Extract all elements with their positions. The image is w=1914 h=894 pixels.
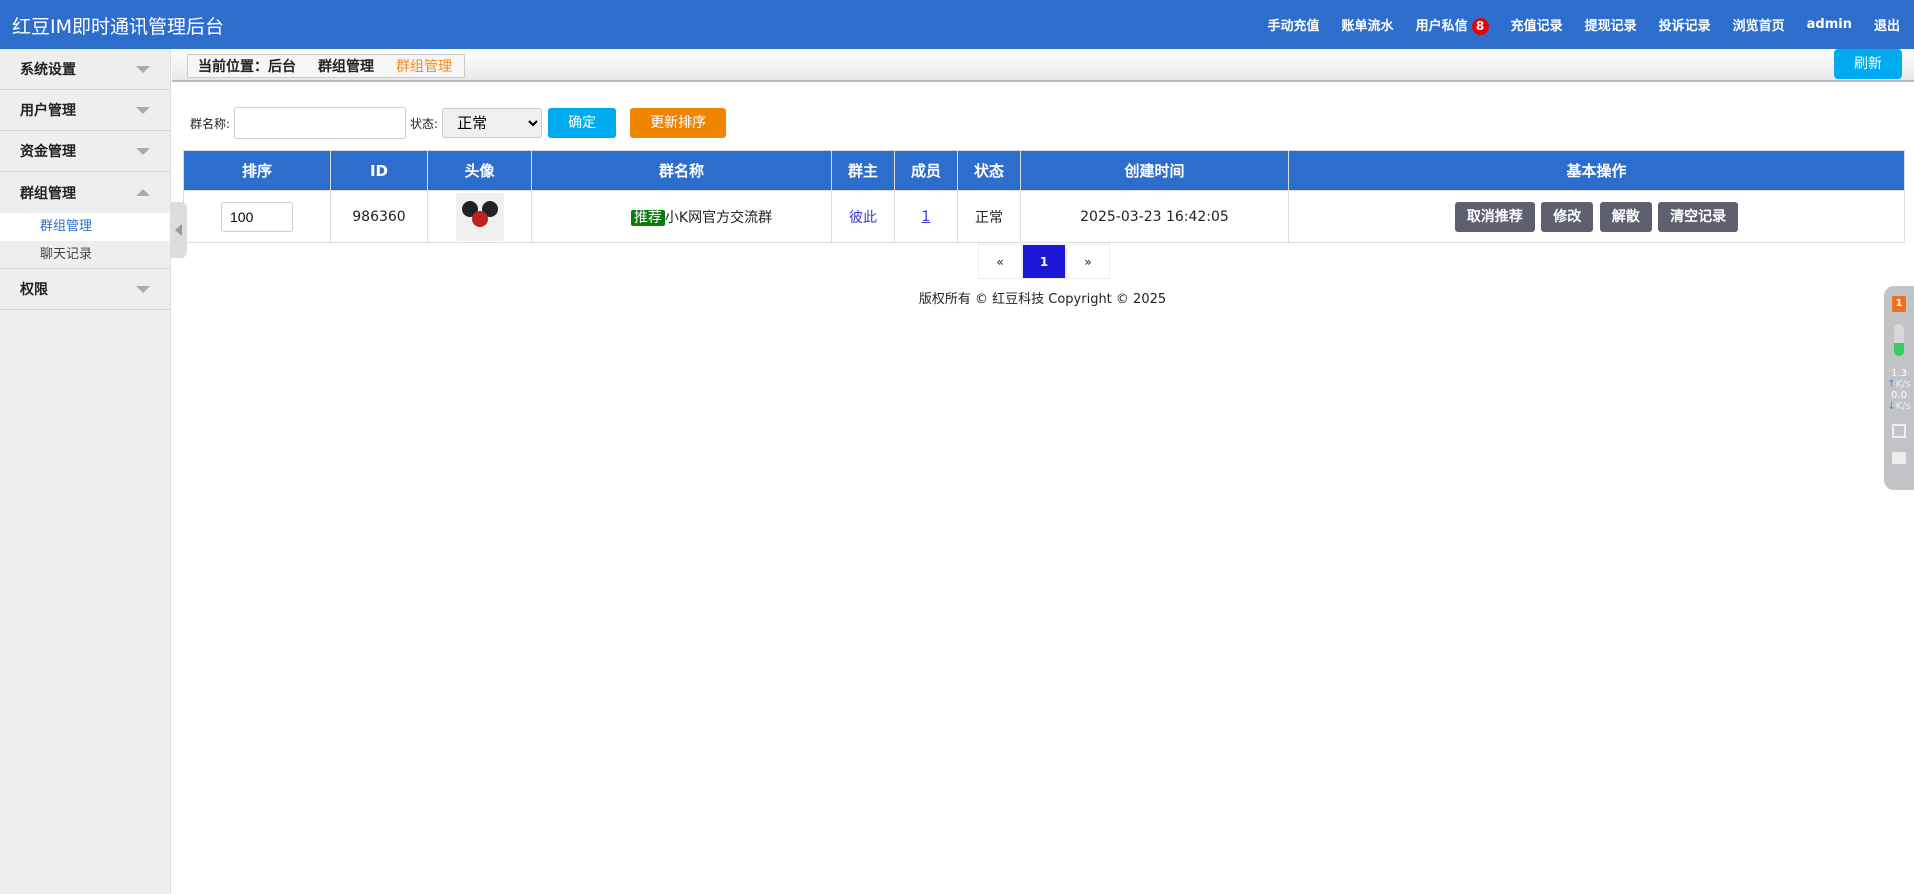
owner-link[interactable]: 彼此 <box>831 190 895 243</box>
breadcrumb-current: 群组管理 <box>396 59 452 75</box>
col-created: 创建时间 <box>1020 150 1289 191</box>
unread-badge: 8 <box>1471 17 1489 35</box>
network-monitor-widget[interactable]: 1 1.3 ↑K/s 0.0 ↓K/s <box>1884 286 1914 490</box>
section-label: 用户管理 <box>20 103 76 119</box>
sidebar-item-chat-records[interactable]: 聊天记录 <box>0 241 170 269</box>
edit-button[interactable]: 修改 <box>1541 201 1594 232</box>
col-name: 群名称 <box>531 150 832 191</box>
table-row: 986360 推荐小K网官方交流群 彼此 1 正常 2025-03-23 16:… <box>183 190 1905 243</box>
pagination: « 1 » <box>978 244 1110 279</box>
group-avatar <box>455 192 504 241</box>
crop-icon[interactable] <box>1892 424 1906 438</box>
chevron-down-icon <box>136 106 150 114</box>
status-label: 状态: <box>410 116 439 131</box>
chevron-down-icon <box>136 147 150 155</box>
sidebar-item-group-manage[interactable]: 群组管理 <box>0 213 170 241</box>
sort-input[interactable] <box>221 201 293 232</box>
group-id: 986360 <box>330 190 428 243</box>
col-owner: 群主 <box>831 150 895 191</box>
sidebar-section-users[interactable]: 用户管理 <box>0 90 170 131</box>
unrecommend-button[interactable]: 取消推荐 <box>1454 201 1535 232</box>
filter-bar: 群名称: 状态: 正常 确定 更新排序 <box>190 107 727 139</box>
nav-withdraw-records[interactable]: 提现记录 <box>1585 15 1637 34</box>
update-sort-button[interactable]: 更新排序 <box>630 108 727 138</box>
section-label: 系统设置 <box>20 62 76 78</box>
nav-recharge-records[interactable]: 充值记录 <box>1511 15 1563 34</box>
memory-gauge <box>1894 324 1904 356</box>
page-1[interactable]: 1 <box>1022 244 1066 279</box>
nav-bills[interactable]: 账单流水 <box>1342 15 1394 34</box>
section-label: 群组管理 <box>20 185 76 202</box>
col-members: 成员 <box>894 150 958 191</box>
download-unit: K/s <box>1895 401 1911 412</box>
refresh-button[interactable]: 刷新 <box>1834 49 1902 79</box>
next-page[interactable]: » <box>1066 244 1110 279</box>
nav-messages[interactable]: 用户私信 8 <box>1416 15 1489 35</box>
breadcrumb-groups[interactable]: 群组管理 <box>308 56 386 76</box>
chevron-down-icon <box>136 65 150 73</box>
col-actions: 基本操作 <box>1288 150 1905 191</box>
group-status: 正常 <box>957 190 1021 243</box>
prev-page[interactable]: « <box>978 244 1022 279</box>
top-nav: 手动充值 账单流水 用户私信 8 充值记录 提现记录 投诉记录 浏览首页 admi… <box>1268 0 1900 49</box>
search-icon[interactable] <box>1892 452 1906 464</box>
badge-icon: 1 <box>1892 296 1906 312</box>
nav-messages-label: 用户私信 <box>1415 18 1468 34</box>
status-select[interactable]: 正常 <box>442 108 543 138</box>
created-time: 2025-03-23 16:42:05 <box>1020 190 1289 243</box>
col-sort: 排序 <box>183 150 331 191</box>
sidebar-section-funds[interactable]: 资金管理 <box>0 131 170 172</box>
clear-records-button[interactable]: 清空记录 <box>1658 201 1739 232</box>
group-name-label: 群名称: <box>190 116 231 131</box>
breadcrumb-bar: 当前位置：后台 群组管理 群组管理 <box>172 49 1914 82</box>
section-label: 资金管理 <box>20 144 76 160</box>
sidebar-section-groups[interactable]: 群组管理 <box>0 172 170 213</box>
group-table: 排序 ID 头像 群名称 群主 成员 状态 创建时间 基本操作 986360 推… <box>183 150 1905 243</box>
sidebar: 系统设置 用户管理 资金管理 群组管理 群组管理 聊天记录 权限 <box>0 49 171 894</box>
recommend-tag: 推荐 <box>630 209 665 226</box>
nav-home[interactable]: 浏览首页 <box>1733 15 1785 34</box>
nav-admin[interactable]: admin <box>1807 17 1852 32</box>
members-link[interactable]: 1 <box>922 209 931 225</box>
footer-copyright: 版权所有 © 红豆科技 Copyright © 2025 <box>918 292 1167 307</box>
breadcrumb: 当前位置：后台 群组管理 群组管理 <box>187 54 465 78</box>
col-status: 状态 <box>957 150 1021 191</box>
confirm-button[interactable]: 确定 <box>548 108 617 138</box>
nav-recharge[interactable]: 手动充值 <box>1268 15 1320 34</box>
nav-complaints[interactable]: 投诉记录 <box>1659 15 1711 34</box>
dissolve-button[interactable]: 解散 <box>1599 201 1652 232</box>
table-header: 排序 ID 头像 群名称 群主 成员 状态 创建时间 基本操作 <box>183 150 1905 191</box>
sidebar-section-system[interactable]: 系统设置 <box>0 49 170 90</box>
chevron-up-icon <box>136 189 150 196</box>
breadcrumb-label: 当前位置：后台 <box>198 59 296 75</box>
nav-logout[interactable]: 退出 <box>1874 15 1900 34</box>
upload-unit: K/s <box>1895 379 1911 390</box>
group-name: 小K网官方交流群 <box>664 209 773 226</box>
col-id: ID <box>330 150 428 191</box>
download-speed: 0.0 <box>1891 390 1907 401</box>
group-name-input[interactable] <box>234 107 407 139</box>
col-avatar: 头像 <box>427 150 532 191</box>
upload-speed: 1.3 <box>1891 368 1907 379</box>
app-title: 红豆IM即时通讯管理后台 <box>12 16 224 38</box>
top-header: 红豆IM即时通讯管理后台 手动充值 账单流水 用户私信 8 充值记录 提现记录 投… <box>0 0 1914 49</box>
